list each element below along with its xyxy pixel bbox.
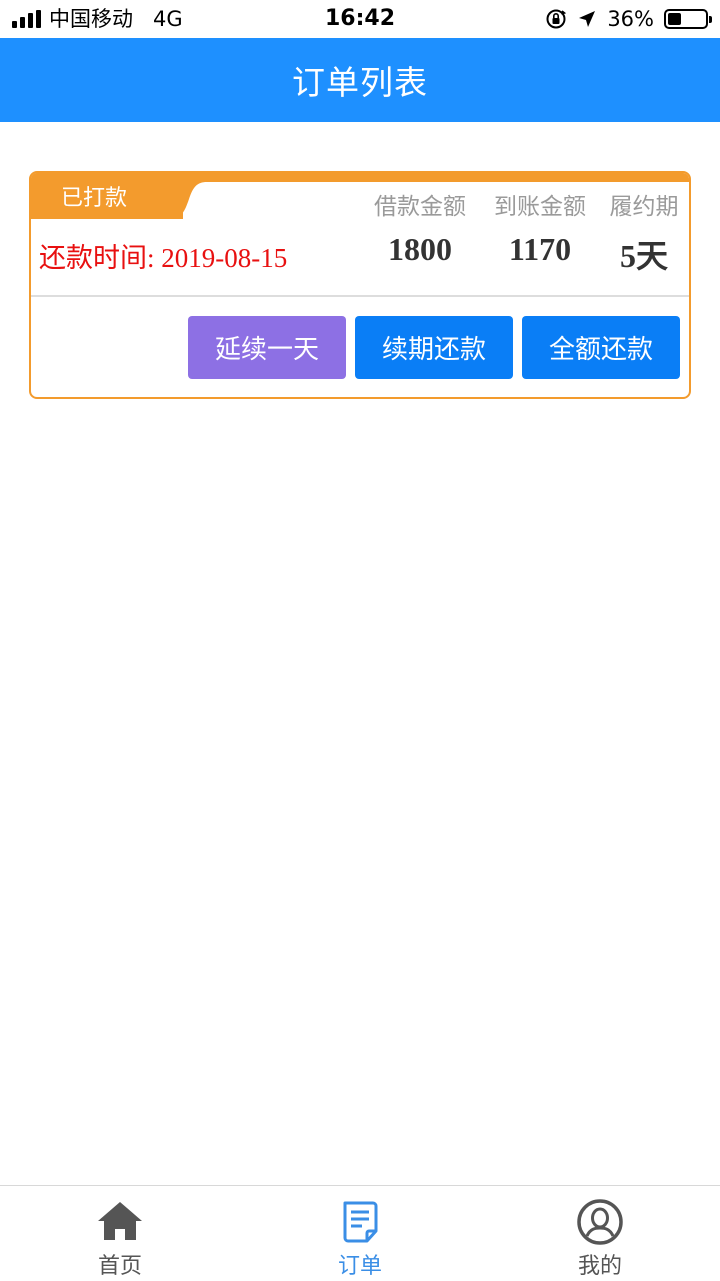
loan-amount-label: 借款金额 [374,194,466,220]
bottom-tab-bar: 首页 订单 我的 [0,1185,720,1280]
card-divider [31,295,689,297]
order-list-icon [343,1201,378,1243]
tab-home[interactable]: 首页 [0,1186,240,1281]
loan-amount-value: 1800 [388,231,452,267]
tab-home-label: 首页 [97,1254,142,1279]
repay-date: 还款时间: 2019-08-15 [39,243,288,273]
order-status-badge: 已打款 [31,173,183,219]
location-arrow-icon [579,11,596,27]
extend-one-day-button[interactable]: 延续一天 [188,316,346,379]
tab-mine[interactable]: 我的 [480,1186,720,1281]
term-value: 5天 [619,238,668,274]
term-label: 履约期 [609,194,679,220]
full-repay-button[interactable]: 全额还款 [522,316,680,379]
battery-percent: 36% [607,7,654,31]
tab-orders[interactable]: 订单 [240,1186,480,1281]
order-card[interactable]: 已打款 借款金额 到账金额 履约期 还款时间: 2019-08-15 1800 … [29,171,691,399]
battery-icon [664,9,712,29]
page-title: 订单列表 [292,63,428,102]
status-bar: 中国移动 4G 16:42 36% [0,0,720,38]
order-status-label: 已打款 [61,186,128,211]
status-badge-curve [167,173,219,219]
battery-fill [668,13,681,25]
status-right: 36% [545,6,712,32]
tab-orders-label: 订单 [337,1254,382,1279]
user-profile-icon [577,1199,623,1245]
app-header: 订单列表 [0,38,720,122]
renew-repay-button[interactable]: 续期还款 [355,316,513,379]
received-amount-label: 到账金额 [494,194,586,220]
home-icon [98,1202,142,1240]
received-amount-value: 1170 [508,231,572,267]
tab-mine-label: 我的 [577,1254,622,1279]
rotation-lock-icon [546,9,567,29]
